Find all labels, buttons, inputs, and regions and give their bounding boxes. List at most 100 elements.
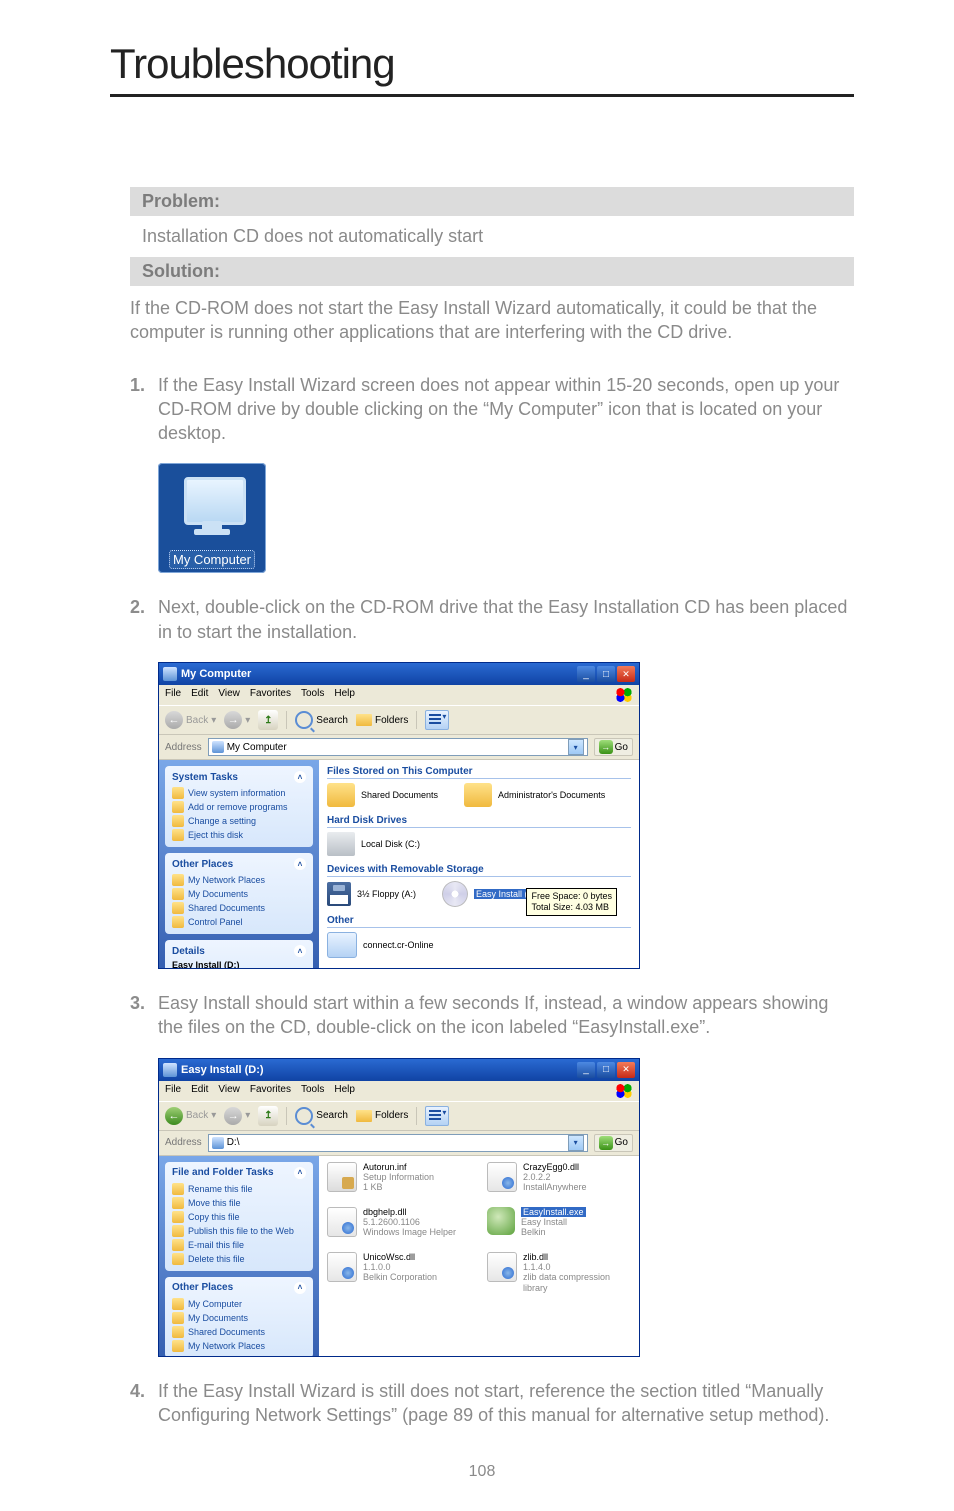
address-field[interactable]: D:\ ▾	[208, 1134, 588, 1152]
sidebar-item[interactable]: My Documents	[172, 1311, 306, 1325]
sidebar-item[interactable]: My Documents	[172, 887, 306, 901]
icon-label: My Computer	[158, 552, 266, 567]
sidebar-heading: Other Places	[172, 1282, 233, 1293]
titlebar[interactable]: Easy Install (D:)	[159, 1059, 639, 1081]
close-button[interactable]	[617, 666, 635, 682]
hdd-icon	[327, 832, 355, 856]
page-title: Troubleshooting	[110, 40, 854, 88]
menu-tools[interactable]: Tools	[301, 688, 324, 702]
menu-help[interactable]: Help	[334, 1084, 355, 1098]
menu-help[interactable]: Help	[334, 688, 355, 702]
address-dropdown[interactable]: ▾	[568, 1135, 584, 1151]
menu-favorites[interactable]: Favorites	[250, 1084, 291, 1098]
address-bar: Address My Computer ▾ →Go	[159, 735, 639, 760]
menu-view[interactable]: View	[218, 688, 240, 702]
address-field[interactable]: My Computer ▾	[208, 738, 588, 756]
minimize-button[interactable]	[577, 1062, 595, 1078]
other-item[interactable]: connect.cr-Online	[327, 932, 434, 958]
chevron-up-icon[interactable]: ˄	[294, 1167, 306, 1179]
chevron-up-icon[interactable]: ˄	[294, 771, 306, 783]
drive-item-floppy[interactable]: 3½ Floppy (A:)	[327, 881, 416, 907]
search-icon	[295, 711, 313, 729]
sidebar-item[interactable]: Publish this file to the Web	[172, 1224, 306, 1238]
sidebar-item[interactable]: Add or remove programs	[172, 800, 306, 814]
separator	[416, 711, 417, 729]
file-item[interactable]: Autorun.infSetup Information1 KB	[327, 1162, 467, 1193]
sidebar-item[interactable]: Delete this file	[172, 1252, 306, 1266]
maximize-button[interactable]	[597, 666, 615, 682]
titlebar[interactable]: My Computer	[159, 663, 639, 685]
close-button[interactable]	[617, 1062, 635, 1078]
folders-button[interactable]: Folders	[356, 714, 408, 726]
sidebar-item[interactable]: Rename this file	[172, 1182, 306, 1196]
minimize-button[interactable]	[577, 666, 595, 682]
file-item[interactable]: dbghelp.dll5.1.2600.1106Windows Image He…	[327, 1207, 467, 1238]
sidebar-item[interactable]: Control Panel	[172, 915, 306, 929]
windows-logo-icon	[615, 688, 633, 702]
file-item[interactable]: UnicoWsc.dll1.1.0.0Belkin Corporation	[327, 1252, 467, 1293]
sidebar-item[interactable]: Shared Documents	[172, 1325, 306, 1339]
sidebar-heading: Other Places	[172, 859, 233, 870]
step-1: 1. If the Easy Install Wizard screen doe…	[130, 373, 854, 446]
sidebar-item[interactable]: Copy this file	[172, 1210, 306, 1224]
file-item[interactable]: zlib.dll1.1.4.0zlib data compression lib…	[487, 1252, 627, 1293]
sidebar-item[interactable]: My Network Places	[172, 1339, 306, 1353]
forward-button[interactable]: → ▾	[224, 711, 250, 729]
views-button[interactable]	[425, 710, 449, 730]
step-text: Easy Install should start within a few s…	[158, 991, 854, 1040]
folder-item-admin-docs[interactable]: Administrator's Documents	[464, 783, 605, 807]
sidebar-item[interactable]: View system information	[172, 786, 306, 800]
up-button[interactable]: ↥	[258, 710, 278, 730]
drive-item-local-c[interactable]: Local Disk (C:)	[327, 832, 420, 856]
address-dropdown[interactable]: ▾	[568, 739, 584, 755]
chevron-up-icon[interactable]: ˄	[294, 858, 306, 870]
sidebar-item[interactable]: Eject this disk	[172, 828, 306, 842]
sidebar-heading: File and Folder Tasks	[172, 1167, 274, 1178]
menu-file[interactable]: File	[165, 688, 181, 702]
solution-label-bar: Solution:	[130, 257, 854, 286]
step-number: 1.	[130, 373, 158, 397]
views-button[interactable]	[425, 1106, 449, 1126]
sidebar-item[interactable]: Change a setting	[172, 814, 306, 828]
up-button[interactable]: ↥	[258, 1106, 278, 1126]
folder-icon	[327, 783, 355, 807]
folders-button[interactable]: Folders	[356, 1110, 408, 1122]
sidebar-item[interactable]: My Computer	[172, 1297, 306, 1311]
search-button[interactable]: Search	[295, 711, 348, 729]
sidebar-item[interactable]: Move this file	[172, 1196, 306, 1210]
folder-item-shared-docs[interactable]: Shared Documents	[327, 783, 438, 807]
sidebar: File and Folder Tasks˄ Rename this file …	[159, 1156, 319, 1356]
sidebar-item[interactable]: Shared Documents	[172, 901, 306, 915]
menu-file[interactable]: File	[165, 1084, 181, 1098]
search-button[interactable]: Search	[295, 1107, 348, 1125]
chevron-up-icon[interactable]: ˄	[294, 945, 306, 957]
maximize-button[interactable]	[597, 1062, 615, 1078]
menu-edit[interactable]: Edit	[191, 1084, 208, 1098]
menu-tools[interactable]: Tools	[301, 1084, 324, 1098]
file-item-easyinstall[interactable]: EasyInstall.exeEasy InstallBelkin	[487, 1207, 627, 1238]
step-number: 2.	[130, 595, 158, 619]
chevron-up-icon[interactable]: ˄	[294, 1282, 306, 1294]
file-item[interactable]: CrazyEgg0.dll2.0.2.2InstallAnywhere	[487, 1162, 627, 1193]
my-computer-desktop-icon[interactable]: My Computer	[158, 463, 266, 573]
back-button[interactable]: ←Back ▾	[165, 711, 216, 729]
forward-button[interactable]: → ▾	[224, 1107, 250, 1125]
go-button[interactable]: →Go	[594, 738, 633, 756]
sidebar-item[interactable]: My Network Places	[172, 873, 306, 887]
go-button[interactable]: →Go	[594, 1134, 633, 1152]
drive-tooltip: Free Space: 0 bytes Total Size: 4.03 MB	[526, 888, 617, 916]
step-number: 3.	[130, 991, 158, 1015]
address-icon	[212, 741, 224, 753]
window-title: Easy Install (D:)	[181, 1064, 264, 1076]
window-title: My Computer	[181, 668, 251, 680]
step-4: 4. If the Easy Install Wizard is still d…	[130, 1379, 854, 1428]
dll-file-icon	[487, 1252, 517, 1282]
group-heading: Hard Disk Drives	[327, 815, 631, 828]
menu-favorites[interactable]: Favorites	[250, 688, 291, 702]
menu-edit[interactable]: Edit	[191, 688, 208, 702]
sidebar-item[interactable]: E-mail this file	[172, 1238, 306, 1252]
folder-icon	[464, 783, 492, 807]
menu-view[interactable]: View	[218, 1084, 240, 1098]
back-button[interactable]: ←Back ▾	[165, 1107, 216, 1125]
explorer-window: Easy Install (D:) File Edit View Favorit…	[158, 1058, 640, 1357]
